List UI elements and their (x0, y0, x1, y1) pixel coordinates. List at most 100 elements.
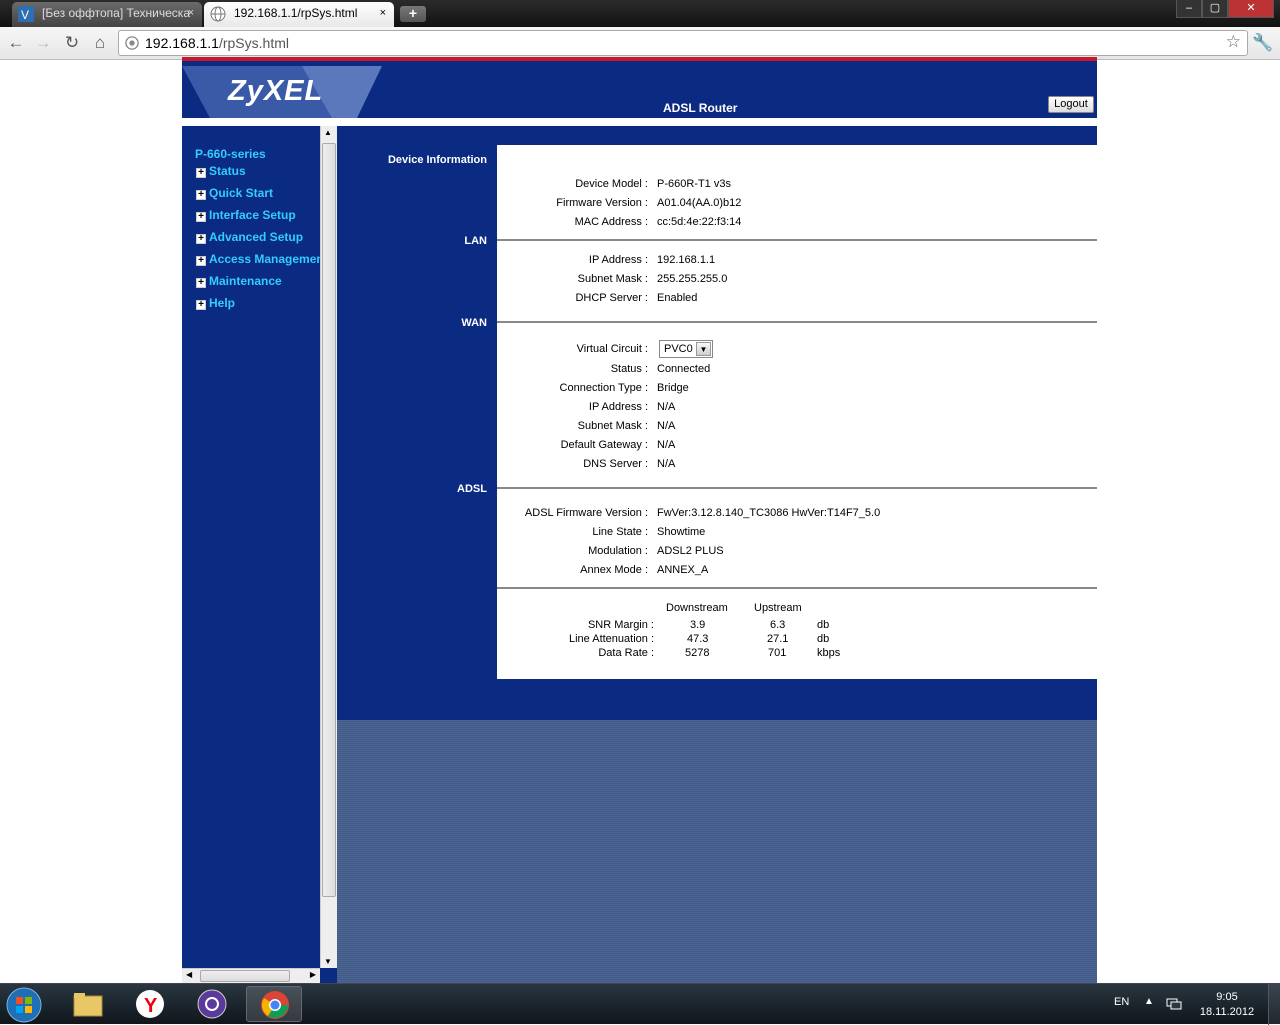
row-value: P-660R-T1 v3s (657, 178, 731, 190)
expand-icon[interactable]: + (196, 256, 206, 266)
sidebar-item-help[interactable]: + Help (196, 296, 235, 310)
sidebar-item-label: Access Management (209, 252, 328, 266)
info-row: Default Gateway : N/A (497, 439, 1097, 458)
new-tab-button[interactable]: + (400, 6, 426, 22)
row-value: N/A (657, 458, 676, 470)
virtual-circuit-select[interactable]: PVC0 ▼ (659, 340, 713, 358)
scroll-left-icon[interactable]: ◀ (186, 970, 192, 979)
stats-label: SNR Margin : (587, 619, 654, 631)
stats-down-value: 47.3 (687, 633, 709, 645)
start-button-icon[interactable] (6, 987, 42, 1023)
info-row: DNS Server : N/A (497, 458, 1097, 477)
info-row: Connection Type : Bridge (497, 382, 1097, 401)
info-row: IP Address : N/A (497, 401, 1097, 420)
tray-expand-icon[interactable]: ▲ (1144, 996, 1154, 1007)
sidebar-item-label: Quick Start (209, 186, 274, 200)
clock-date: 18.11.2012 (1199, 1006, 1255, 1018)
row-value: ANNEX_A (657, 564, 709, 576)
expand-icon[interactable]: + (196, 234, 206, 244)
row-label: Virtual Circuit : (576, 343, 648, 355)
stats-up-value: 27.1 (767, 633, 789, 645)
clock-time: 9:05 (1216, 991, 1238, 1003)
bookmark-star-icon[interactable]: ☆ (1226, 32, 1241, 52)
back-arrow-icon[interactable]: ← (5, 32, 27, 54)
stats-up-value: 6.3 (770, 619, 786, 631)
info-row: Subnet Mask : N/A (497, 420, 1097, 439)
taskbar-torrent-button[interactable] (184, 986, 240, 1022)
tab-close-icon[interactable]: × (380, 2, 386, 25)
sidebar-item-status[interactable]: + Status (196, 164, 246, 178)
expand-icon[interactable]: + (196, 212, 206, 222)
dropdown-arrow-icon[interactable]: ▼ (696, 342, 711, 356)
svg-text:V: V (21, 8, 29, 22)
logout-button[interactable]: Logout (1048, 96, 1094, 113)
address-bar[interactable]: 192.168.1.1/rpSys.html ☆ (118, 30, 1248, 56)
site-favicon-icon: V (18, 6, 34, 22)
reload-icon[interactable]: ↻ (61, 32, 83, 54)
info-row: MAC Address : cc:5d:4e:22:f3:14 (497, 216, 1097, 235)
row-label: Device Model : (575, 178, 648, 190)
row-label: Modulation : (588, 545, 648, 557)
taskbar-yandex-button[interactable]: Y (122, 986, 178, 1022)
sidebar-item-label: Advanced Setup (209, 230, 304, 244)
torrent-icon (197, 989, 227, 1019)
row-label: Firmware Version : (556, 197, 648, 209)
wrench-icon[interactable]: 🔧 (1252, 32, 1274, 54)
stats-up-value: 701 (768, 647, 787, 659)
sidebar-item-maintenance[interactable]: + Maintenance (196, 274, 282, 288)
section-wan: WAN (461, 317, 487, 329)
tab-title: 192.168.1.1/rpSys.html (234, 6, 358, 20)
taskbar-explorer-button[interactable] (60, 986, 116, 1022)
row-label: DHCP Server : (575, 292, 648, 304)
system-clock[interactable]: 9:05 18.11.2012 (1190, 990, 1264, 1020)
row-value: Showtime (657, 526, 706, 538)
row-value: Bridge (657, 382, 689, 394)
info-row: DHCP Server : Enabled (497, 292, 1097, 311)
app-title: ADSL Router (663, 101, 738, 115)
scroll-up-icon[interactable]: ▲ (324, 128, 332, 137)
tab-router[interactable]: 192.168.1.1/rpSys.html × (204, 2, 394, 27)
folder-icon (73, 993, 103, 1017)
home-icon[interactable]: ⌂ (89, 32, 111, 54)
show-desktop-button[interactable] (1268, 984, 1280, 1025)
tab-close-icon[interactable]: × (188, 2, 194, 25)
maximize-button[interactable]: ▢ (1202, 0, 1228, 18)
sidebar-item-interface-setup[interactable]: + Interface Setup (196, 208, 296, 222)
sidebar-item-advanced-setup[interactable]: + Advanced Setup (196, 230, 303, 244)
row-value: Connected (657, 363, 711, 375)
sidebar-item-quick-start[interactable]: + Quick Start (196, 186, 273, 200)
sidebar-scroll-thumb[interactable] (322, 143, 336, 897)
scroll-down-icon[interactable]: ▼ (324, 957, 332, 966)
router-header: ZyXEL ADSL Router Logout (182, 61, 1097, 118)
device-series[interactable]: P-660-series (195, 147, 266, 161)
content-footer (337, 720, 1097, 983)
row-label: IP Address : (588, 254, 648, 266)
scroll-right-icon[interactable]: ▶ (310, 970, 316, 979)
tab-forum[interactable]: V [Без оффтопа] Техническа × (12, 2, 202, 27)
row-label: Connection Type : (559, 382, 648, 394)
forward-arrow-icon[interactable]: → (32, 32, 54, 54)
row-label: Default Gateway : (560, 439, 648, 451)
network-icon[interactable] (1166, 997, 1182, 1011)
expand-icon[interactable]: + (196, 278, 206, 288)
sidebar-hscroll-thumb[interactable] (200, 970, 290, 982)
info-row: ADSL Firmware Version : FwVer:3.12.8.140_… (497, 507, 1097, 526)
sidebar-item-access-management[interactable]: + Access Management (196, 252, 328, 266)
stats-unit: db (817, 633, 830, 645)
expand-icon[interactable]: + (196, 168, 206, 178)
section-device-information: Device Information (387, 154, 487, 166)
close-window-button[interactable]: ✕ (1228, 0, 1274, 18)
info-row: Subnet Mask : 255.255.255.0 (497, 273, 1097, 292)
language-indicator[interactable]: EN (1114, 996, 1129, 1008)
minimize-button[interactable]: – (1176, 0, 1202, 18)
expand-icon[interactable]: + (196, 190, 206, 200)
row-label: Subnet Mask : (577, 273, 648, 285)
taskbar-chrome-button[interactable] (246, 986, 302, 1022)
page-info-icon[interactable] (125, 36, 139, 50)
row-value: Enabled (657, 292, 698, 304)
chrome-icon (261, 991, 289, 1019)
select-value: PVC0 (664, 343, 693, 355)
expand-icon[interactable]: + (196, 300, 206, 310)
row-label: Annex Mode : (580, 564, 648, 576)
header-gap (182, 61, 1097, 65)
